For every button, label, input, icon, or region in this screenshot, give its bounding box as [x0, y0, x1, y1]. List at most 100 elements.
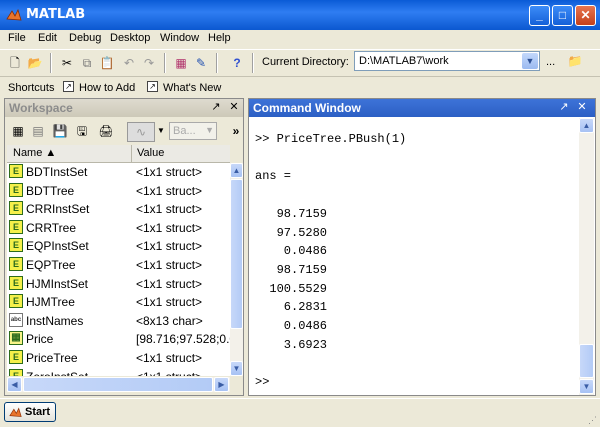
current-directory-value: D:\MATLAB7\work	[359, 55, 449, 67]
variable-value: <1x1 struct>	[136, 239, 203, 254]
command-output-line: 0.0486	[255, 319, 328, 333]
close-icon[interactable]: ✕	[575, 100, 589, 114]
command-window-scrollbar[interactable]: ▲ ▼	[579, 118, 594, 395]
menu-bar: File Edit Debug Desktop Window Help	[0, 30, 600, 48]
guide-icon[interactable]: ✎	[192, 54, 210, 72]
plot-selector-icon[interactable]: ∿	[127, 122, 155, 142]
resize-grip-icon[interactable]: ⋰	[588, 415, 598, 425]
column-header-name[interactable]: Name ▲	[13, 147, 56, 159]
workspace-panel: Workspace ↗ ✕ ▦ ▤ 💾 🖫 🖨 ∿ ▼ Ba... ▼ » Na…	[4, 98, 244, 396]
menu-help[interactable]: Help	[208, 32, 231, 44]
table-row[interactable]: E CRRTree <1x1 struct>	[7, 219, 230, 237]
chevron-down-icon[interactable]: ▼	[157, 122, 165, 140]
workspace-title-bar: Workspace ↗ ✕	[5, 99, 243, 117]
menu-edit[interactable]: Edit	[38, 32, 57, 44]
scroll-down-icon[interactable]: ▼	[579, 379, 594, 394]
command-output-line: 98.7159	[255, 262, 328, 277]
shortcut-how-to-add[interactable]: How to Add	[79, 82, 135, 94]
redo-icon[interactable]: ↷	[140, 54, 158, 72]
paste-icon[interactable]: 📋	[98, 54, 116, 72]
workspace-table-header: Name ▲ Value	[7, 145, 230, 163]
load-data-icon[interactable]: 💾	[51, 122, 69, 140]
open-folder-icon[interactable]: 📂	[26, 54, 44, 72]
struct-icon: E	[9, 350, 23, 364]
undo-icon[interactable]: ↶	[120, 54, 138, 72]
table-row[interactable]: E EQPInstSet <1x1 struct>	[7, 237, 230, 255]
variable-value: <1x1 struct>	[136, 351, 203, 365]
variable-value: <1x1 struct>	[136, 220, 203, 235]
table-row[interactable]: E BDTInstSet <1x1 struct>	[7, 163, 230, 181]
table-row[interactable]: E HJMInstSet <1x1 struct>	[7, 275, 230, 293]
toolbar-separator	[252, 53, 254, 73]
column-header-value[interactable]: Value	[137, 147, 164, 159]
scroll-thumb[interactable]	[230, 179, 243, 329]
table-row[interactable]: abc InstNames <8x13 char>	[7, 312, 230, 330]
table-row[interactable]: ▦ Price [98.716;97.528;0.0	[7, 330, 230, 348]
menu-debug[interactable]: Debug	[69, 32, 101, 44]
variable-value: <1x1 struct>	[136, 258, 203, 272]
undock-icon[interactable]: ↗	[557, 100, 571, 114]
scroll-left-icon[interactable]: ◀	[7, 377, 22, 392]
current-directory-label: Current Directory:	[262, 56, 349, 68]
scroll-down-icon[interactable]: ▼	[230, 361, 243, 376]
table-row[interactable]: E EQPTree <1x1 struct>	[7, 256, 230, 274]
scroll-up-icon[interactable]: ▲	[230, 163, 243, 178]
menu-desktop[interactable]: Desktop	[110, 32, 150, 44]
close-icon[interactable]: ✕	[227, 100, 241, 114]
workspace-horizontal-scrollbar[interactable]: ◀ ▶	[7, 377, 230, 392]
command-window-output[interactable]: >> PriceTree.PBush(1) ans = 98.7159 97.52…	[249, 118, 579, 395]
simulink-icon[interactable]: ▦	[172, 54, 190, 72]
menu-window[interactable]: Window	[160, 32, 199, 44]
column-divider	[131, 145, 132, 162]
variable-name: HJMInstSet	[26, 276, 89, 291]
scroll-thumb[interactable]	[579, 344, 594, 378]
window-title: MATLAB	[26, 7, 86, 22]
open-variable-icon[interactable]: ▤	[29, 122, 47, 140]
workspace-variable-list: E BDTInstSet <1x1 struct> E BDTTree <1x1 stru…	[7, 163, 230, 376]
new-variable-icon[interactable]: ▦	[9, 122, 27, 140]
scroll-up-icon[interactable]: ▲	[579, 118, 594, 133]
cut-icon[interactable]: ✂	[58, 54, 76, 72]
command-output-line: 100.5529	[255, 281, 328, 296]
new-file-icon[interactable]: 🗋	[6, 54, 24, 72]
workspace-toolbar: ▦ ▤ 💾 🖫 🖨 ∿ ▼ Ba... ▼ »	[5, 118, 243, 144]
title-bar: MATLAB _ □ ✕	[0, 0, 600, 30]
stack-base-combo[interactable]: Ba... ▼	[169, 122, 217, 140]
table-row[interactable]: E BDTTree <1x1 struct>	[7, 182, 230, 200]
scroll-right-icon[interactable]: ▶	[214, 377, 229, 392]
close-button[interactable]: ✕	[575, 5, 596, 26]
up-folder-icon[interactable]: 📁	[566, 52, 584, 70]
minimize-button[interactable]: _	[529, 5, 550, 26]
start-button[interactable]: Start	[4, 402, 56, 422]
shortcut-icon: ↗	[63, 81, 74, 92]
struct-icon: E	[9, 219, 23, 234]
save-workspace-icon[interactable]: 🖫	[73, 122, 91, 140]
variable-name: CRRInstSet	[26, 202, 90, 217]
print-icon[interactable]: 🖨	[97, 122, 115, 140]
browse-directory-button[interactable]: ...	[546, 56, 555, 68]
help-icon[interactable]: ?	[228, 54, 246, 72]
shortcut-whats-new[interactable]: What's New	[163, 82, 221, 94]
undock-icon[interactable]: ↗	[209, 100, 223, 114]
shortcuts-label: Shortcuts	[8, 82, 55, 94]
command-output-line: 3.6923	[255, 337, 328, 352]
variable-name: EQPTree	[26, 258, 76, 272]
variable-name: BDTInstSet	[26, 165, 88, 179]
menu-file[interactable]: File	[8, 32, 26, 44]
maximize-button[interactable]: □	[552, 5, 573, 26]
chevron-down-icon[interactable]: ▼	[522, 53, 538, 69]
scroll-thumb[interactable]	[23, 377, 213, 392]
table-row[interactable]: EZeroInstSet <1x1 struct>	[7, 368, 230, 376]
copy-icon[interactable]: ⧉	[78, 54, 96, 72]
chevron-down-icon: ▼	[205, 125, 214, 135]
struct-icon: E	[9, 275, 23, 290]
workspace-vertical-scrollbar[interactable]: ▲ ▼	[230, 163, 243, 376]
toolbar-overflow-icon[interactable]: »	[227, 122, 245, 140]
command-window-title: Command Window	[253, 101, 361, 115]
table-row[interactable]: E CRRInstSet <1x1 struct>	[7, 200, 230, 218]
current-directory-combo[interactable]: D:\MATLAB7\work ▼	[354, 51, 540, 71]
table-row[interactable]: E PriceTree <1x1 struct>	[7, 349, 230, 367]
variable-name: ZeroInstSet	[26, 370, 88, 376]
variable-value: <8x13 char>	[136, 313, 203, 328]
table-row[interactable]: E HJMTree <1x1 struct>	[7, 293, 230, 311]
